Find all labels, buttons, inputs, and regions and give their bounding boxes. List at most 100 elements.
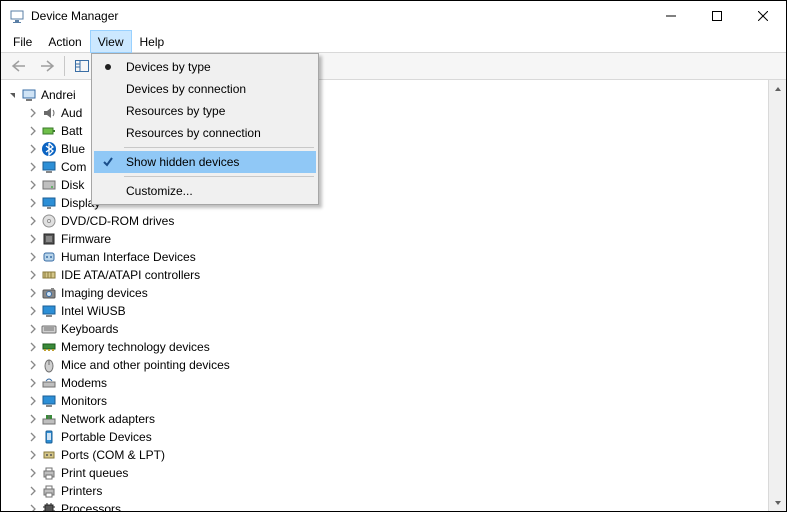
tree-node-label: Ports (COM & LPT) xyxy=(61,448,165,462)
battery-icon xyxy=(41,123,57,139)
menu-help[interactable]: Help xyxy=(132,31,173,52)
hid-icon xyxy=(41,249,57,265)
mouse-icon xyxy=(41,357,57,373)
portable-icon xyxy=(41,429,57,445)
chevron-right-icon[interactable] xyxy=(27,377,39,389)
printer-icon xyxy=(41,465,57,481)
chevron-down-icon[interactable] xyxy=(7,89,19,101)
tree-node[interactable]: Printers xyxy=(7,482,768,500)
monitor-icon xyxy=(41,159,57,175)
menu-view[interactable]: View xyxy=(90,30,132,53)
tree-node[interactable]: IDE ATA/ATAPI controllers xyxy=(7,266,768,284)
app-icon xyxy=(9,8,25,24)
menu-separator xyxy=(124,176,314,177)
tree-node[interactable]: Processors xyxy=(7,500,768,511)
tree-node[interactable]: Firmware xyxy=(7,230,768,248)
tree-root-label: Andrei xyxy=(41,88,76,102)
tree-node-label: Processors xyxy=(61,502,121,511)
chevron-right-icon[interactable] xyxy=(27,467,39,479)
chevron-right-icon[interactable] xyxy=(27,161,39,173)
bluetooth-icon xyxy=(41,141,57,157)
tree-node[interactable]: Memory technology devices xyxy=(7,338,768,356)
menu-item-label: Devices by type xyxy=(122,60,211,74)
chevron-right-icon[interactable] xyxy=(27,233,39,245)
port-icon xyxy=(41,447,57,463)
scroll-track[interactable] xyxy=(769,97,786,494)
tree-node[interactable]: Keyboards xyxy=(7,320,768,338)
menu-item[interactable]: Resources by type xyxy=(94,100,316,122)
tree-node[interactable]: Human Interface Devices xyxy=(7,248,768,266)
tree-node[interactable]: Imaging devices xyxy=(7,284,768,302)
chevron-right-icon[interactable] xyxy=(27,485,39,497)
menu-item[interactable]: Devices by connection xyxy=(94,78,316,100)
chevron-right-icon[interactable] xyxy=(27,287,39,299)
chevron-right-icon[interactable] xyxy=(27,269,39,281)
tree-node[interactable]: Mice and other pointing devices xyxy=(7,356,768,374)
tree-node[interactable]: Portable Devices xyxy=(7,428,768,446)
chevron-right-icon[interactable] xyxy=(27,323,39,335)
chevron-right-icon[interactable] xyxy=(27,215,39,227)
tree-node-label: Imaging devices xyxy=(61,286,148,300)
minimize-button[interactable] xyxy=(648,1,694,31)
menu-item-label: Devices by connection xyxy=(122,82,246,96)
device-manager-window: Device Manager File Action View Help And… xyxy=(0,0,787,512)
tree-node[interactable]: Modems xyxy=(7,374,768,392)
tree-node[interactable]: Ports (COM & LPT) xyxy=(7,446,768,464)
tree-node-label: Portable Devices xyxy=(61,430,152,444)
chevron-right-icon[interactable] xyxy=(27,305,39,317)
tree-node-label: Mice and other pointing devices xyxy=(61,358,230,372)
scroll-down-button[interactable] xyxy=(769,494,786,511)
window-title: Device Manager xyxy=(31,9,118,23)
chevron-right-icon[interactable] xyxy=(27,251,39,263)
printer-icon xyxy=(41,483,57,499)
menu-item[interactable]: Resources by connection xyxy=(94,122,316,144)
menu-item[interactable]: Customize... xyxy=(94,180,316,202)
menu-item-label: Show hidden devices xyxy=(122,155,239,169)
keyboard-icon xyxy=(41,321,57,337)
close-button[interactable] xyxy=(740,1,786,31)
tree-node-label: Keyboards xyxy=(61,322,118,336)
forward-button[interactable] xyxy=(33,54,61,78)
firmware-icon xyxy=(41,231,57,247)
check-icon xyxy=(94,156,122,168)
tree-node-label: Monitors xyxy=(61,394,107,408)
chevron-right-icon[interactable] xyxy=(27,449,39,461)
tree-node[interactable]: DVD/CD-ROM drives xyxy=(7,212,768,230)
chevron-right-icon[interactable] xyxy=(27,179,39,191)
tree-node-label: Modems xyxy=(61,376,107,390)
menu-item[interactable]: Devices by type xyxy=(94,56,316,78)
tree-node[interactable]: Network adapters xyxy=(7,410,768,428)
menu-file[interactable]: File xyxy=(5,31,40,52)
chevron-right-icon[interactable] xyxy=(27,503,39,511)
tree-node[interactable]: Intel WiUSB xyxy=(7,302,768,320)
chevron-right-icon[interactable] xyxy=(27,431,39,443)
tree-node[interactable]: Print queues xyxy=(7,464,768,482)
menu-action[interactable]: Action xyxy=(40,31,89,52)
chevron-right-icon[interactable] xyxy=(27,359,39,371)
tree-node-label: DVD/CD-ROM drives xyxy=(61,214,174,228)
tree-node-label: Intel WiUSB xyxy=(61,304,126,318)
audio-icon xyxy=(41,105,57,121)
menu-item-label: Customize... xyxy=(122,184,193,198)
disk-icon xyxy=(41,177,57,193)
vertical-scrollbar[interactable] xyxy=(768,80,786,511)
chevron-right-icon[interactable] xyxy=(27,143,39,155)
scroll-up-button[interactable] xyxy=(769,80,786,97)
radio-dot-icon xyxy=(94,63,122,71)
tree-node[interactable]: Monitors xyxy=(7,392,768,410)
chevron-right-icon[interactable] xyxy=(27,341,39,353)
chevron-right-icon[interactable] xyxy=(27,395,39,407)
back-button[interactable] xyxy=(5,54,33,78)
tree-node-label: Print queues xyxy=(61,466,128,480)
tree-node-label: Network adapters xyxy=(61,412,155,426)
tree-node-label: Batt xyxy=(61,124,82,138)
menu-item[interactable]: Show hidden devices xyxy=(94,151,316,173)
chevron-right-icon[interactable] xyxy=(27,125,39,137)
maximize-button[interactable] xyxy=(694,1,740,31)
chevron-right-icon[interactable] xyxy=(27,107,39,119)
menu-item-label: Resources by type xyxy=(122,104,225,118)
chevron-right-icon[interactable] xyxy=(27,413,39,425)
chevron-right-icon[interactable] xyxy=(27,197,39,209)
tree-node-label: Human Interface Devices xyxy=(61,250,196,264)
tree-node-label: Disk xyxy=(61,178,84,192)
